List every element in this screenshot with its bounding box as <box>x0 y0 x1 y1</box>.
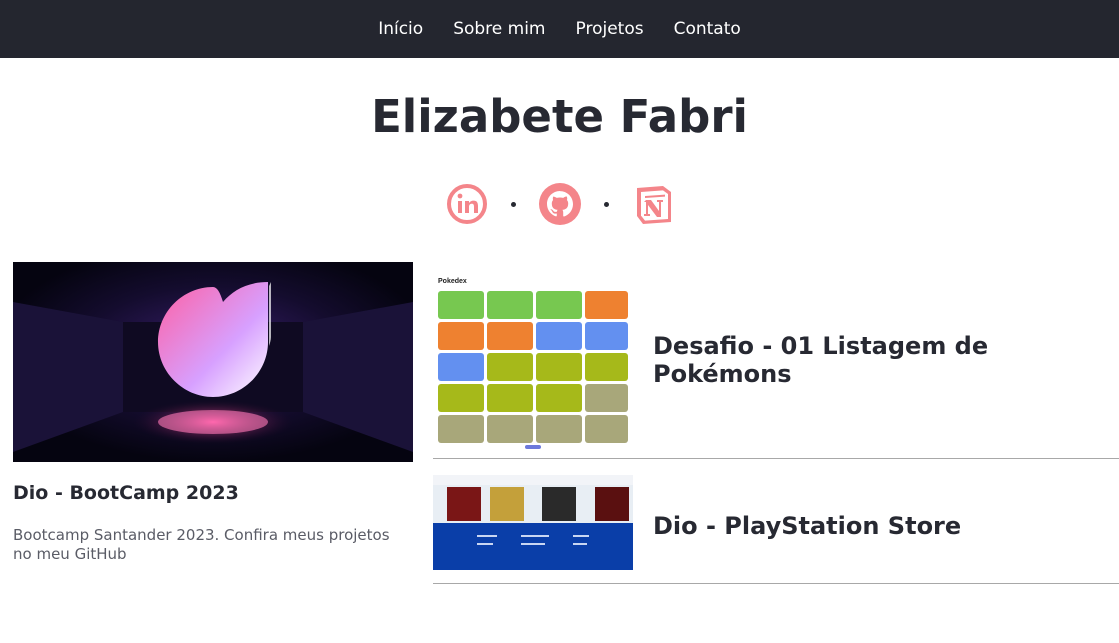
playstation-store-thumbnail <box>433 475 633 570</box>
linkedin-icon[interactable] <box>445 182 489 226</box>
notion-icon[interactable] <box>631 182 675 226</box>
featured-title: Dio - BootCamp 2023 <box>13 482 239 504</box>
bootcamp-image <box>13 262 413 462</box>
nav-link-projetos[interactable]: Projetos <box>576 19 644 39</box>
nav-link-inicio[interactable]: Início <box>378 19 423 39</box>
nav-link-contato[interactable]: Contato <box>674 19 741 39</box>
page-title: Elizabete Fabri <box>371 90 748 143</box>
nav-list: Início Sobre mim Projetos Contato <box>0 0 1119 58</box>
pokedex-thumbnail: Pokedex <box>433 269 633 451</box>
pokemon-grid <box>438 291 628 443</box>
project-item[interactable]: Pokedex Desafio - 01 Listagem de Pokémon <box>433 262 1119 459</box>
featured-card[interactable]: Dio - BootCamp 2023 Bootcamp Santander 2… <box>13 262 413 564</box>
github-icon[interactable] <box>538 182 582 226</box>
nav-link-sobre-mim[interactable]: Sobre mim <box>453 19 545 39</box>
project-title: Dio - PlayStation Store <box>653 512 962 540</box>
project-title: Desafio - 01 Listagem de Pokémons <box>653 332 989 388</box>
thumb-heading: Pokedex <box>438 278 467 285</box>
separator-dot <box>510 201 516 207</box>
top-navbar: Início Sobre mim Projetos Contato <box>0 0 1119 58</box>
social-links <box>0 182 1119 226</box>
project-item[interactable]: Dio - PlayStation Store <box>433 475 1119 584</box>
featured-description: Bootcamp Santander 2023. Confira meus pr… <box>13 526 390 563</box>
separator-dot <box>603 201 609 207</box>
